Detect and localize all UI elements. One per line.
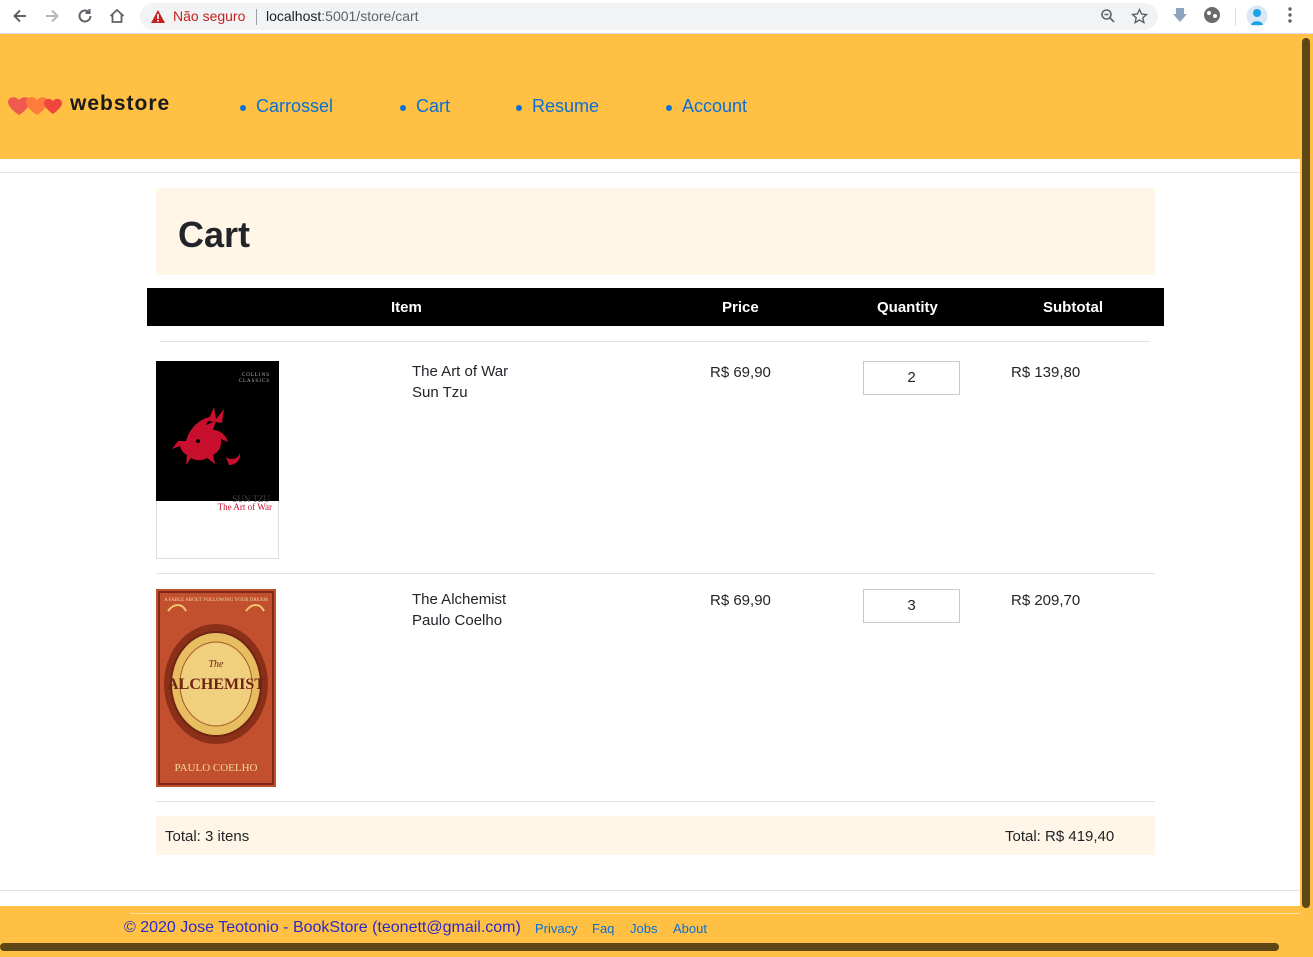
- browser-menu-icon[interactable]: [1283, 6, 1297, 24]
- item-price: R$ 69,90: [710, 592, 771, 609]
- bullet-dot: [240, 105, 246, 111]
- cover-publisher-line1: COLLINS: [242, 373, 270, 378]
- table-row-divider: [156, 573, 1155, 574]
- footer-link-faq[interactable]: Faq: [592, 921, 614, 936]
- cover-the: The: [209, 659, 225, 670]
- cart-item-info: The Art of War Sun Tzu: [412, 361, 508, 403]
- table-row-divider: [160, 341, 1150, 342]
- nav-account[interactable]: Account: [666, 96, 747, 117]
- item-price: R$ 69,90: [710, 364, 771, 381]
- footer-link-about[interactable]: About: [673, 921, 707, 936]
- bookmark-star-icon[interactable]: [1131, 8, 1148, 25]
- bullet-dot: [666, 105, 672, 111]
- profile-avatar-icon[interactable]: [1246, 5, 1268, 27]
- vertical-scrollbar-thumb[interactable]: [1302, 38, 1310, 908]
- column-header-item: Item: [391, 299, 422, 316]
- warning-icon: [151, 10, 165, 23]
- zoom-icon[interactable]: [1100, 8, 1116, 24]
- forward-arrow-icon: [46, 9, 59, 23]
- bullet-dot: [516, 105, 522, 111]
- footer-link-jobs[interactable]: Jobs: [630, 921, 657, 936]
- extension-icon[interactable]: [1203, 6, 1221, 24]
- site-header: [0, 34, 1300, 159]
- book-author: Paulo Coelho: [412, 612, 503, 629]
- url-host: localhost: [266, 8, 322, 24]
- cover-title: The Art of War: [218, 502, 272, 512]
- forward-button[interactable]: [41, 5, 63, 27]
- footer-divider: [0, 890, 1300, 891]
- book-cover-art-of-war[interactable]: COLLINS CLASSICS SUN TZU The Art of War: [156, 361, 279, 559]
- reload-button[interactable]: [74, 5, 96, 27]
- browser-toolbar: Não seguro localhost:5001/store/cart: [0, 0, 1313, 34]
- cover-publisher-line2: CLASSICS: [239, 379, 270, 384]
- nav-account-label: Account: [682, 96, 748, 116]
- footer-link-privacy[interactable]: Privacy: [535, 921, 578, 936]
- column-header-quantity: Quantity: [877, 299, 938, 316]
- total-price: Total: R$ 419,40: [1005, 828, 1115, 845]
- home-icon: [109, 8, 125, 23]
- quantity-input[interactable]: [863, 361, 960, 395]
- footer-inner-divider: [130, 913, 1300, 914]
- item-subtotal: R$ 139,80: [1011, 364, 1081, 381]
- webstore-logo[interactable]: [6, 94, 62, 118]
- book-author: Sun Tzu: [412, 384, 468, 401]
- nav-cart-label: Cart: [416, 96, 451, 116]
- total-items: Total: 3 itens: [165, 828, 250, 845]
- logo-text[interactable]: webstore: [70, 92, 170, 116]
- column-header-price: Price: [722, 299, 759, 316]
- nav-carrossel[interactable]: Carrossel: [240, 96, 333, 117]
- quantity-input[interactable]: [863, 589, 960, 623]
- nav-cart[interactable]: Cart: [400, 96, 450, 117]
- cart-table-header: Item Price Quantity Subtotal: [147, 288, 1164, 326]
- cover-author: PAULO COELHO: [174, 762, 257, 774]
- cover-title: ALCHEMIST: [167, 676, 265, 693]
- download-extension-icon[interactable]: [1171, 6, 1189, 24]
- column-header-subtotal: Subtotal: [1043, 299, 1103, 316]
- not-secure-label: Não seguro: [173, 8, 246, 24]
- logo-hearts-icon: [8, 97, 62, 115]
- cover-tagline: A FABLE ABOUT FOLLOWING YOUR DREAM: [164, 598, 268, 603]
- nav-carrossel-label: Carrossel: [256, 96, 334, 116]
- copyright-text: © 2020 Jose Teotonio - BookStore (teonet…: [124, 919, 521, 936]
- cart-item-info: The Alchemist Paulo Coelho: [412, 589, 506, 631]
- url-text: localhost:5001/store/cart: [266, 8, 419, 24]
- book-title[interactable]: The Alchemist: [412, 589, 506, 610]
- address-bar[interactable]: Não seguro localhost:5001/store/cart: [140, 3, 1158, 30]
- toolbar-separator: [1235, 8, 1236, 26]
- item-subtotal: R$ 209,70: [1011, 592, 1081, 609]
- book-title[interactable]: The Art of War: [412, 361, 508, 382]
- table-row-divider: [156, 801, 1155, 802]
- nav-resume-label: Resume: [532, 96, 600, 116]
- url-path: :5001/store/cart: [321, 8, 419, 24]
- header-divider: [0, 172, 1300, 173]
- omnibox-separator: [256, 9, 257, 25]
- back-arrow-icon: [13, 9, 26, 23]
- page-title-box: Cart: [156, 188, 1155, 275]
- book-cover-alchemist[interactable]: A FABLE ABOUT FOLLOWING YOUR DREAM The A…: [156, 589, 276, 787]
- reload-icon: [78, 9, 92, 23]
- bullet-dot: [400, 105, 406, 111]
- page-title: Cart: [178, 214, 251, 255]
- home-button[interactable]: [106, 5, 128, 27]
- cart-totals-bar: Total: 3 itens Total: R$ 419,40: [156, 816, 1155, 855]
- back-button[interactable]: [9, 5, 31, 27]
- horizontal-scrollbar-thumb[interactable]: [0, 943, 1279, 951]
- nav-resume[interactable]: Resume: [516, 96, 599, 117]
